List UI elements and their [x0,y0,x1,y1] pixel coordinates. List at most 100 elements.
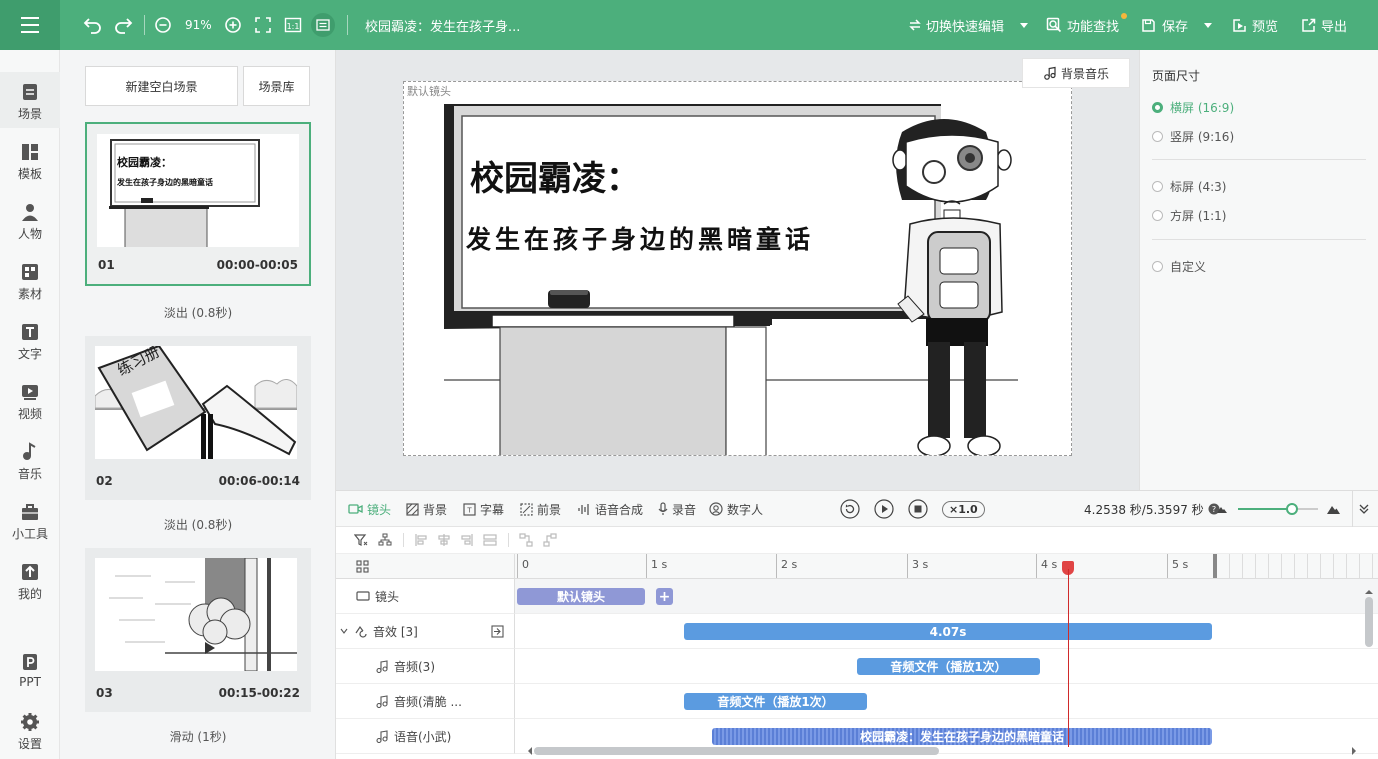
align-center-icon[interactable] [437,533,451,547]
radio-label: 标屏 (4:3) [1170,180,1227,194]
radio-portrait-9-16[interactable]: 竖屏 (9:16) [1152,128,1234,145]
radio-custom[interactable]: 自定义 [1152,258,1206,275]
clip-voice[interactable]: 校园霸凌：发生在孩子身边的黑暗童话 [712,728,1212,745]
playhead[interactable] [1068,569,1069,747]
radio-landscape-16-9[interactable]: 横屏 (16:9) [1152,99,1234,116]
collapse-timeline-button[interactable] [1352,491,1378,527]
track-sound-effects[interactable]: 音效 [3] [336,614,515,649]
track-audio-crisp[interactable]: 音频(清脆 ... [336,684,515,719]
nav-item-tools[interactable]: 小工具 [0,492,60,548]
timeline-vertical-scrollbar[interactable] [1364,585,1374,747]
nav-item-scene[interactable]: 场景 [0,72,60,128]
scene-card-02[interactable]: 练习册 02 00:06-00:14 [85,336,311,500]
grid-icon[interactable] [356,560,369,573]
tab-digital-human[interactable]: 数字人 [709,491,763,527]
subtitle-toggle-button[interactable] [311,0,335,50]
document-title[interactable]: 校园霸凌：发生在孩子身... [365,0,520,50]
edit-mode-dropdown[interactable] [1019,0,1029,50]
nav-label-settings: 设置 [17,737,42,751]
split-icon[interactable] [519,533,533,547]
nav-item-music[interactable]: 音乐 [0,432,60,488]
upload-icon [22,564,38,580]
feature-search-button[interactable]: 功能查找 [1046,0,1127,50]
scene-card-01[interactable]: 校园霸凌： 发生在孩子身边的黑暗童话 01 00:00-00:05 [85,122,311,286]
track-audio-3[interactable]: 音频(3) [336,649,515,684]
actual-size-button[interactable]: 1:1 [284,0,302,50]
tab-subtitle[interactable]: T 字幕 [463,491,504,527]
clip-default-camera[interactable]: 默认镜头 [517,588,645,605]
distribute-icon[interactable] [483,533,497,547]
scene-card-03[interactable]: 03 00:15-00:22 [85,548,311,712]
scene-time: 00:06-00:14 [218,474,300,488]
nav-item-ppt[interactable]: PPT [0,642,60,698]
zoom-out-timeline-button[interactable] [1216,491,1232,527]
save-options-dropdown[interactable] [1203,0,1213,50]
play-button[interactable] [874,491,898,527]
track-voice[interactable]: 语音(小武) [336,719,515,754]
clip-sound-effects-group[interactable]: 4.07s [684,623,1212,640]
gear-icon [21,713,39,731]
scroll-thumb[interactable] [534,747,939,755]
tab-foreground[interactable]: 前景 [520,491,561,527]
hierarchy-icon[interactable] [378,533,392,547]
add-camera-button[interactable]: + [656,588,673,605]
collapse-group-icon[interactable] [491,625,504,638]
top-toolbar: 91% 1:1 校园霸凌：发生在孩子身... 切换快速编辑 功能查找 保存 预览 [0,0,1378,50]
export-button[interactable]: 导出 [1301,0,1347,50]
music-note-icon [376,729,388,743]
clip-audio-file[interactable]: 音频文件（播放1次） [857,658,1040,675]
person-icon [22,204,38,221]
stop-button[interactable] [908,491,932,527]
scroll-thumb[interactable] [1365,597,1373,647]
scene-transition[interactable]: 滑动 (1秒) [60,728,335,745]
replay-button[interactable] [840,491,864,527]
undo-button[interactable] [83,0,103,50]
align-right-icon[interactable] [460,533,474,547]
align-left-icon[interactable] [414,533,428,547]
background-music-button[interactable]: 背景音乐 [1022,58,1130,88]
time-ruler[interactable]: 0 1 s 2 s 3 s 4 s 5 s [515,554,1378,579]
scroll-up-icon[interactable] [1364,588,1374,596]
chevron-down-icon[interactable] [340,627,348,635]
scene-transition[interactable]: 淡出 (0.8秒) [60,516,335,533]
tab-camera[interactable]: 镜头 [348,491,391,527]
scene-canvas[interactable]: 默认镜头 校园霸凌： 发生在孩子身边的黑暗童话 [403,81,1072,456]
nav-item-video[interactable]: 视频 [0,372,60,428]
nav-item-character[interactable]: 人物 [0,192,60,248]
nav-item-settings[interactable]: 设置 [0,702,60,758]
track-camera[interactable]: 镜头 [336,579,515,614]
scene-transition[interactable]: 淡出 (0.8秒) [60,304,335,321]
save-button[interactable]: 保存 [1141,0,1188,50]
radio-square-1-1[interactable]: 方屏 (1:1) [1152,207,1227,224]
radio-label: 横屏 (16:9) [1170,101,1235,115]
nav-item-template[interactable]: 模板 [0,132,60,188]
playback-speed-button[interactable]: ×1.0 [942,491,985,527]
merge-icon[interactable] [543,533,557,547]
notification-dot [1121,13,1127,19]
nav-item-material[interactable]: 素材 [0,252,60,308]
scroll-left-icon[interactable] [526,746,534,756]
slider-thumb[interactable] [1286,503,1298,515]
preview-button[interactable]: 预览 [1232,0,1278,50]
new-blank-scene-button[interactable]: 新建空白场景 [85,66,238,106]
switch-quick-edit-button[interactable]: 切换快速编辑 [908,0,1004,50]
zoom-in-timeline-button[interactable] [1326,491,1345,527]
redo-button[interactable] [113,0,133,50]
timeline-zoom-slider[interactable] [1238,491,1318,527]
zoom-in-button[interactable] [224,0,242,50]
nav-item-text[interactable]: 文字 [0,312,60,368]
timeline-horizontal-scrollbar[interactable] [526,746,1356,756]
nav-item-mine[interactable]: 我的 [0,552,60,608]
clip-audio-file[interactable]: 音频文件（播放1次） [684,693,867,710]
fit-screen-button[interactable] [254,0,272,50]
tab-record[interactable]: 录音 [658,491,696,527]
tab-speech-synthesis[interactable]: 语音合成 [577,491,643,527]
caret-down-icon [1204,23,1212,28]
zoom-out-button[interactable] [154,0,172,50]
menu-button[interactable] [0,0,60,50]
scroll-right-icon[interactable] [1350,746,1358,756]
scene-library-button[interactable]: 场景库 [243,66,310,106]
tab-background[interactable]: 背景 [406,491,447,527]
radio-standard-4-3[interactable]: 标屏 (4:3) [1152,178,1227,195]
filter-icon[interactable] [354,533,368,547]
